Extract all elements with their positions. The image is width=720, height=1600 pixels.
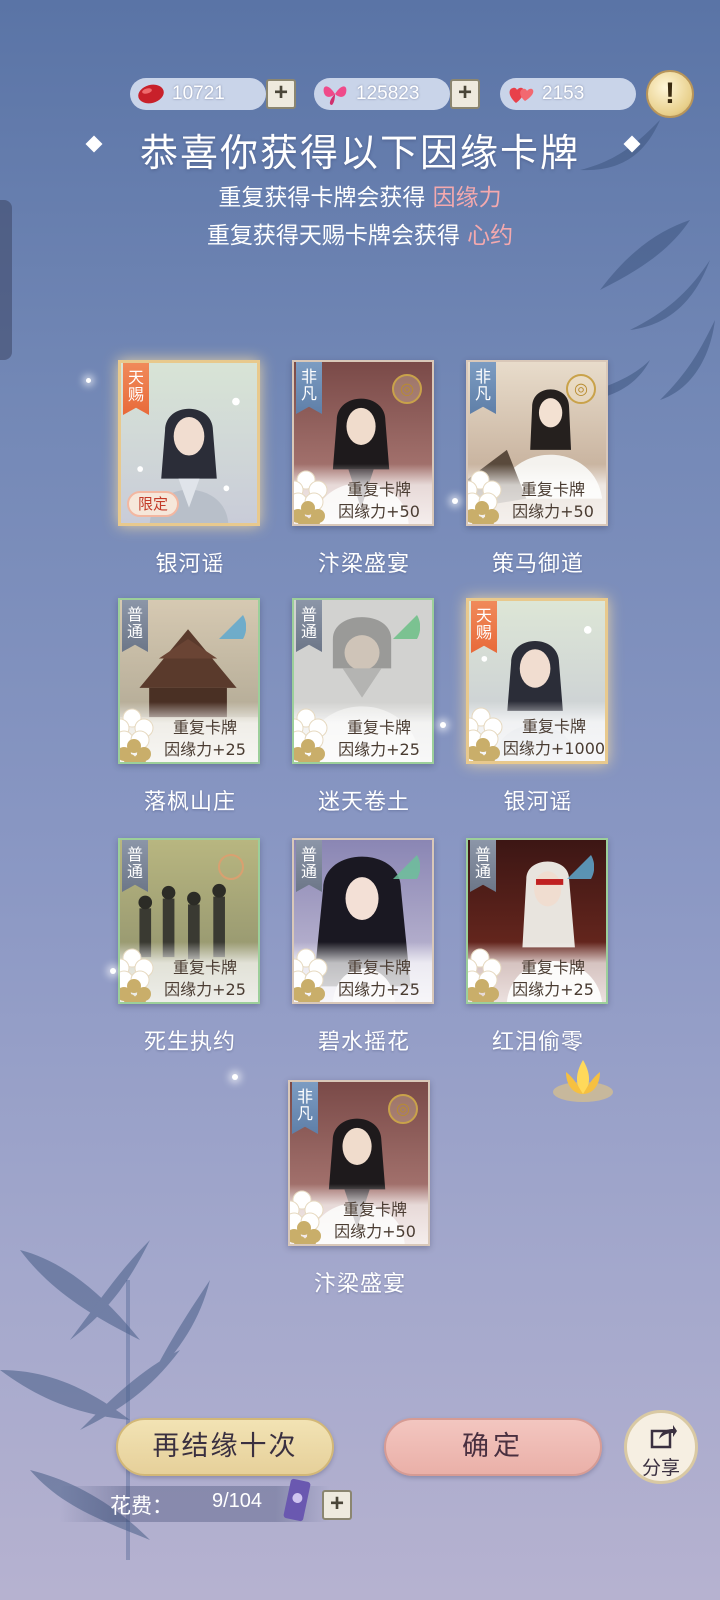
butterfly-icon	[323, 86, 347, 105]
card-coin-icon: ◎	[566, 374, 596, 404]
card-2[interactable]: 非凡 ◎ 重复卡牌 因缘力+50	[292, 360, 434, 526]
card-rarity-ribbon: 普通	[296, 840, 322, 892]
red-bean-icon	[138, 84, 164, 104]
card-rarity-ribbon: 非凡	[292, 1082, 318, 1134]
card-duplicate-line1: 重复卡牌	[520, 958, 585, 977]
card-7[interactable]: 普通 重复卡牌 因缘力+25	[118, 838, 260, 1004]
fan-icon	[219, 615, 246, 639]
card-duplicate-overlay: 重复卡牌 因缘力+50	[294, 464, 432, 524]
info-alert-button[interactable]: !	[646, 70, 694, 118]
confirm-button[interactable]: 确定	[384, 1418, 602, 1476]
card-duplicate-overlay: 重复卡牌 因缘力+1000	[469, 701, 605, 761]
lotus-lantern-icon	[553, 1060, 613, 1102]
currency-butterfly-add-button[interactable]: +	[450, 79, 480, 109]
card-rarity-ribbon: 非凡	[296, 362, 322, 414]
card-duplicate-line2: 因缘力+1000	[502, 739, 606, 758]
card-duplicate-line1: 重复卡牌	[346, 480, 411, 499]
fan-icon	[393, 855, 420, 879]
card-7-name: 死生执约	[143, 1030, 236, 1055]
card-9[interactable]: 普通 重复卡牌 因缘力+25	[466, 838, 608, 1004]
draw-ten-again-button[interactable]: 再结缘十次	[116, 1418, 334, 1476]
card-duplicate-line1: 重复卡牌	[520, 480, 585, 499]
card-duplicate-overlay: 重复卡牌 因缘力+25	[294, 942, 432, 1002]
currency-hearts-value: 2153	[542, 83, 585, 104]
share-button[interactable]: 分享	[624, 1410, 698, 1484]
card-rarity-ribbon: 天赐	[471, 601, 497, 653]
fan-icon	[218, 854, 244, 880]
fan-icon	[393, 615, 420, 639]
fan-icon	[567, 855, 594, 879]
ticket-icon	[283, 1478, 311, 1522]
subtitle-line2-text: 重复获得天赐卡牌会获得	[206, 223, 460, 249]
card-rarity-ribbon: 普通	[122, 840, 148, 892]
card-duplicate-line2: 因缘力+50	[338, 502, 420, 521]
card-rarity-ribbon: 普通	[470, 840, 496, 892]
cost-value: 9/104	[212, 1490, 263, 1512]
card-duplicate-line1: 重复卡牌	[346, 718, 411, 737]
card-rarity-ribbon: 非凡	[470, 362, 496, 414]
card-6[interactable]: 天赐 重复卡牌 因缘力+1000	[466, 598, 608, 764]
card-8[interactable]: 普通 重复卡牌 因缘力+25	[292, 838, 434, 1004]
card-duplicate-line1: 重复卡牌	[172, 718, 237, 737]
sparkle-decoration	[440, 722, 446, 728]
card-duplicate-overlay: 重复卡牌 因缘力+25	[120, 942, 258, 1002]
currency-butterfly-pill: 125823	[314, 78, 450, 110]
card-rarity-ribbon: 普通	[122, 600, 148, 652]
card-5[interactable]: 普通 重复卡牌 因缘力+25	[292, 598, 434, 764]
subtitle-line1: 重复获得卡牌会获得 因缘力	[0, 178, 720, 212]
card-10-name: 汴梁盛宴	[313, 1272, 406, 1297]
card-3[interactable]: 非凡 ◎ 重复卡牌 因缘力+50	[466, 360, 608, 526]
card-duplicate-line1: 重复卡牌	[172, 958, 237, 977]
card-rarity-ribbon: 普通	[296, 600, 322, 652]
card-duplicate-line2: 因缘力+25	[338, 980, 420, 999]
card-rarity-ribbon: 天赐	[123, 363, 149, 415]
card-6-name: 银河谣	[503, 790, 573, 815]
card-duplicate-line2: 因缘力+25	[512, 980, 594, 999]
subtitle-line1-text: 重复获得卡牌会获得	[218, 185, 426, 211]
share-icon	[650, 1425, 677, 1449]
card-5-name: 迷天卷土	[317, 790, 410, 815]
card-1[interactable]: 天赐 限定	[118, 360, 260, 526]
card-1-name: 银河谣	[155, 552, 225, 577]
card-2-name: 汴梁盛宴	[317, 552, 410, 577]
currency-red-bean-value: 10721	[172, 83, 225, 104]
subtitle-line2: 重复获得天赐卡牌会获得 心约	[0, 216, 720, 250]
card-duplicate-line2: 因缘力+25	[164, 980, 246, 999]
card-duplicate-overlay: 重复卡牌 因缘力+50	[468, 464, 606, 524]
cost-label: 花费：	[110, 1494, 173, 1518]
share-label: 分享	[641, 1457, 680, 1479]
card-10[interactable]: 非凡 ◎ 重复卡牌 因缘力+50	[288, 1080, 430, 1246]
currency-red-bean-pill: 10721	[130, 78, 266, 110]
card-coin-icon: ◎	[388, 1094, 418, 1124]
card-duplicate-overlay: 重复卡牌 因缘力+25	[120, 702, 258, 762]
sparkle-decoration	[86, 378, 91, 383]
cost-add-button[interactable]: +	[322, 1490, 352, 1520]
card-8-name: 碧水摇花	[317, 1030, 410, 1055]
sparkle-decoration	[232, 1074, 238, 1080]
card-duplicate-overlay: 重复卡牌 因缘力+50	[290, 1184, 428, 1244]
subtitle-line2-highlight: 心约	[467, 223, 514, 249]
card-3-name: 策马御道	[491, 552, 584, 577]
card-duplicate-line2: 因缘力+25	[164, 740, 246, 759]
hearts-icon	[509, 87, 534, 103]
currency-hearts-pill: 2153	[500, 78, 636, 110]
card-duplicate-line2: 因缘力+50	[512, 502, 594, 521]
sparkle-decoration	[452, 498, 458, 504]
card-duplicate-overlay: 重复卡牌 因缘力+25	[294, 702, 432, 762]
card-duplicate-overlay: 重复卡牌 因缘力+25	[468, 942, 606, 1002]
subtitle-line1-highlight: 因缘力	[432, 185, 502, 211]
currency-red-bean-add-button[interactable]: +	[266, 79, 296, 109]
card-limited-badge: 限定	[127, 491, 179, 517]
card-duplicate-line1: 重复卡牌	[342, 1200, 407, 1219]
card-duplicate-line2: 因缘力+50	[334, 1222, 416, 1241]
sparkle-decoration	[110, 968, 116, 974]
card-coin-icon: ◎	[392, 374, 422, 404]
card-duplicate-line1: 重复卡牌	[346, 958, 411, 977]
card-duplicate-line2: 因缘力+25	[338, 740, 420, 759]
currency-butterfly-value: 125823	[356, 83, 420, 104]
card-4[interactable]: 普通 重复卡牌 因缘力+25	[118, 598, 260, 764]
card-4-name: 落枫山庄	[143, 790, 236, 815]
card-duplicate-line1: 重复卡牌	[521, 717, 586, 736]
result-title: 恭喜你获得以下因缘卡牌	[139, 131, 580, 175]
